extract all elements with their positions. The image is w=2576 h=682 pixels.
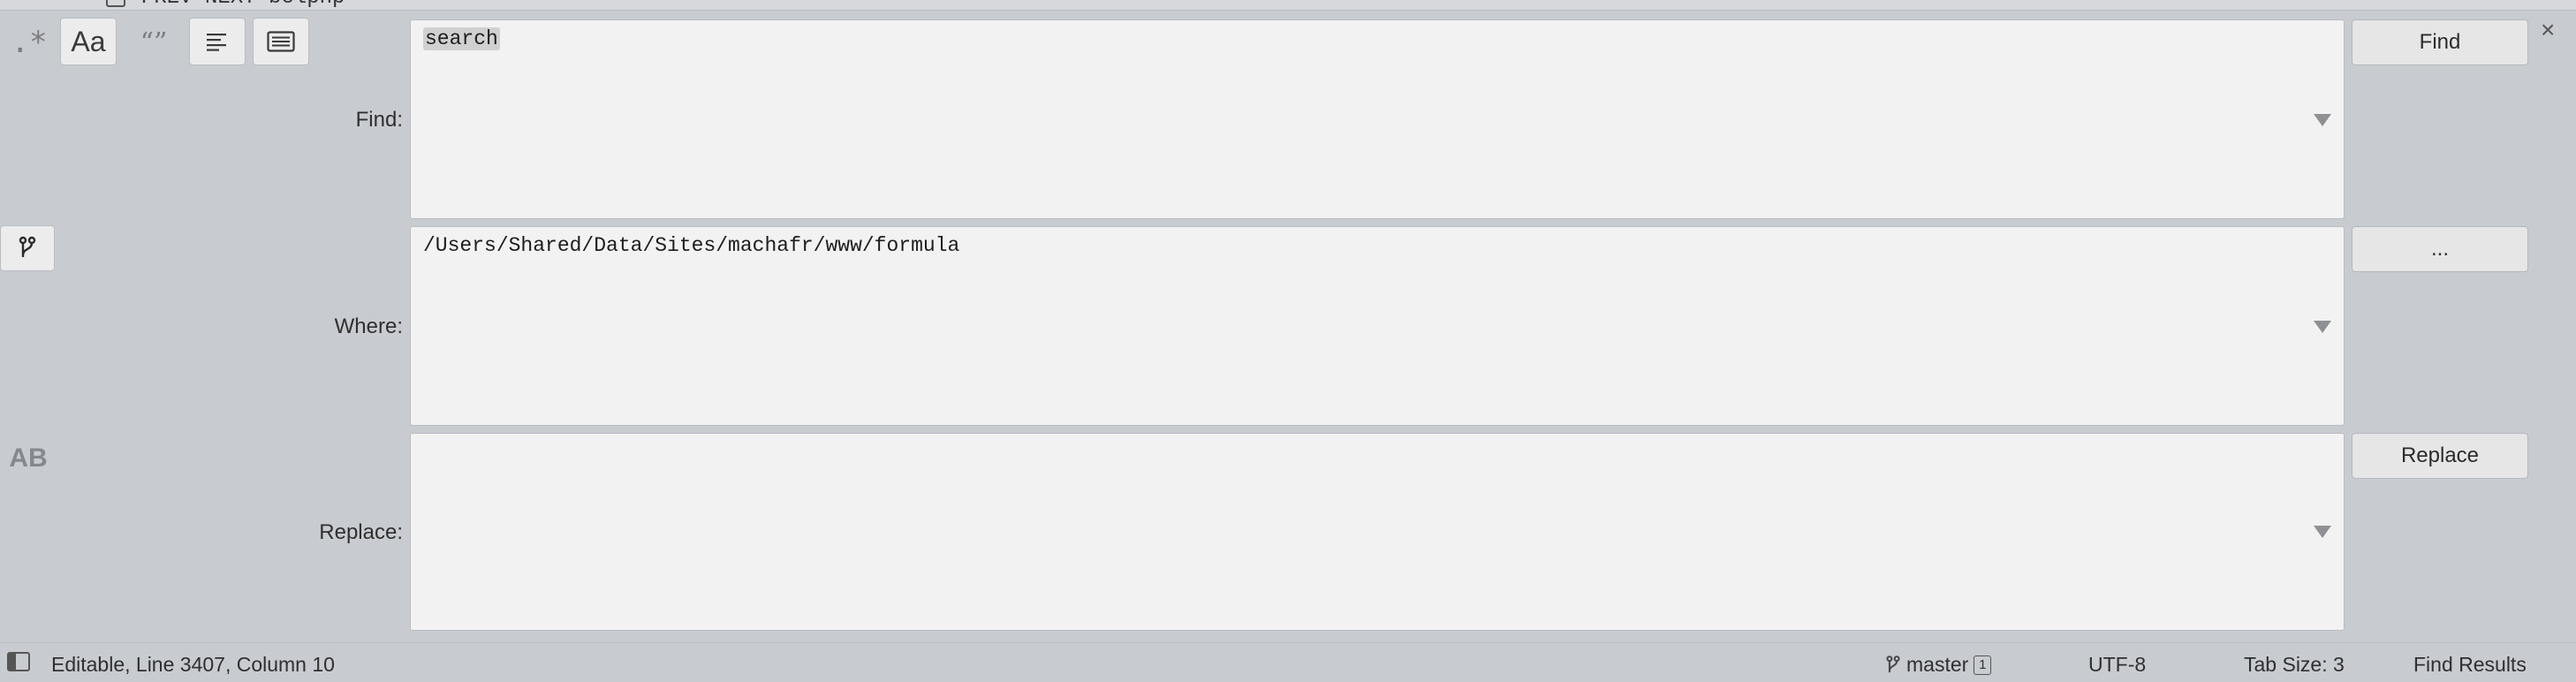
use-buffer-toggle-button[interactable] [0, 225, 55, 271]
status-bar: Editable, Line 3407, Column 10 master 1 … [0, 642, 2576, 682]
close-icon[interactable]: × [2541, 18, 2555, 42]
replace-history-dropdown-icon[interactable] [2314, 526, 2331, 538]
branch-count-badge: 1 [1974, 655, 1992, 675]
case-sensitive-icon: Aa [71, 25, 106, 57]
find-history-dropdown-icon[interactable] [2314, 114, 2331, 126]
where-input[interactable]: /Users/Shared/Data/Sites/machafr/www/for… [410, 226, 2345, 426]
find-button[interactable]: Find [2352, 19, 2528, 65]
where-input-value: /Users/Shared/Data/Sites/machafr/www/for… [423, 234, 960, 257]
git-status[interactable]: master 1 [1885, 653, 1992, 677]
tab-size-indicator[interactable]: Tab Size: 3 [2244, 653, 2345, 677]
find-label: Find: [355, 108, 403, 132]
regex-icon: .* [11, 25, 48, 60]
encoding-indicator[interactable]: UTF-8 [2088, 653, 2146, 677]
where-label: Where: [334, 314, 403, 338]
preserve-case-icon: AB [9, 443, 48, 473]
preserve-case-toggle-button[interactable]: AB [5, 436, 51, 481]
align-left-icon [207, 34, 226, 51]
file-icon [106, 0, 125, 7]
show-context-toggle-button[interactable] [253, 18, 309, 65]
in-selection-toggle-button[interactable] [189, 18, 246, 65]
find-input-value: search [423, 27, 500, 50]
where-browse-button[interactable]: ... [2352, 226, 2528, 272]
where-history-dropdown-icon[interactable] [2314, 321, 2331, 333]
replace-input[interactable] [410, 433, 2345, 631]
previous-panel-text: PREV NEXT belphp [141, 0, 345, 10]
whole-word-icon: “” [140, 27, 168, 58]
cursor-position: Editable, Line 3407, Column 10 [51, 653, 335, 676]
case-sensitive-toggle-button[interactable]: Aa [60, 18, 117, 65]
context-panel-icon [267, 31, 295, 52]
sidebar-toggle-icon[interactable] [7, 652, 30, 671]
branch-name: master [1906, 653, 1969, 676]
git-branch-icon [19, 236, 36, 257]
whole-word-toggle-button[interactable]: “” [127, 19, 180, 65]
replace-button[interactable]: Replace [2352, 433, 2528, 479]
syntax-indicator[interactable]: Find Results [2413, 653, 2527, 677]
regex-toggle-button[interactable]: .* [7, 21, 51, 64]
find-input[interactable]: search [410, 19, 2345, 219]
git-branch-icon [1886, 655, 1900, 672]
replace-label: Replace: [319, 520, 403, 544]
previous-panel-row: PREV NEXT belphp [0, 0, 2576, 11]
